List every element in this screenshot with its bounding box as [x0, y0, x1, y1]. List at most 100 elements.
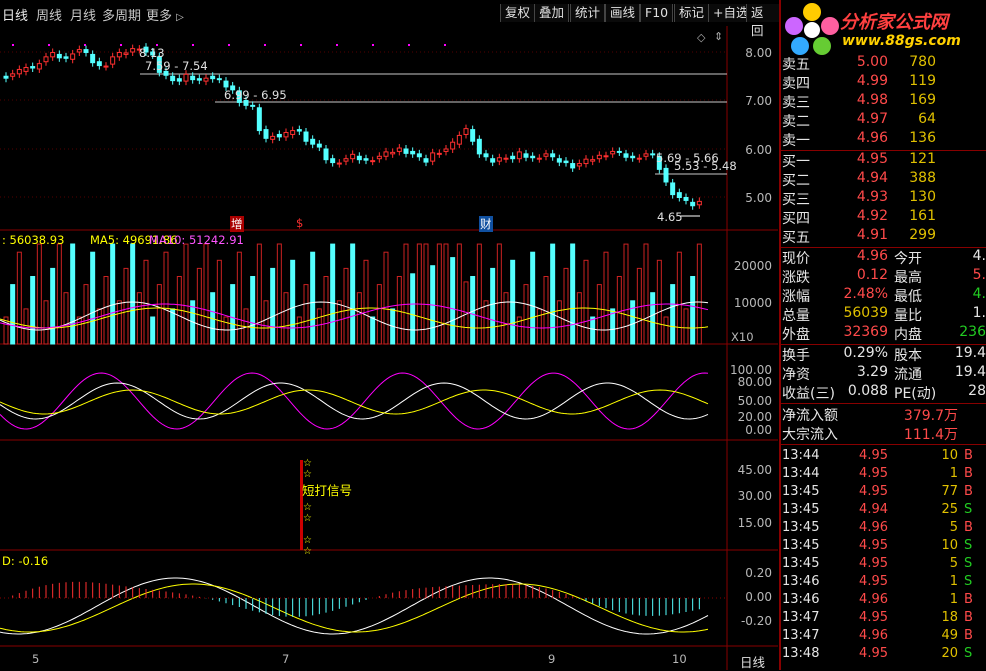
stat-value: 4.	[972, 286, 986, 302]
ask-row[interactable]: 卖五 5.00 780	[782, 54, 986, 73]
bid-row[interactable]: 买五 4.91 299	[782, 227, 986, 246]
ask-volume: 119	[909, 73, 936, 89]
statistics-button[interactable]: 统计	[570, 4, 606, 22]
candle-body	[116, 51, 122, 58]
candle-body	[596, 154, 602, 160]
ask-row[interactable]: 卖二 4.97 64	[782, 111, 986, 130]
stat-label: 最低	[894, 289, 922, 305]
event-badge-finance[interactable]: 财	[479, 216, 493, 232]
price-axis-label: 7.00	[745, 94, 772, 108]
volume-bar	[323, 276, 329, 345]
bid-row[interactable]: 买二 4.94 388	[782, 170, 986, 189]
volume-bar	[670, 284, 676, 345]
diamond-icon[interactable]: ◇	[697, 31, 705, 44]
tab-monthly[interactable]: 月线	[70, 5, 96, 24]
ask-row[interactable]: 卖三 4.98 169	[782, 92, 986, 111]
tick-row[interactable]: 13:47 4.95 18 B	[782, 610, 986, 628]
mark-button[interactable]: 标记	[674, 4, 710, 22]
candle-body	[503, 157, 509, 160]
tick-time: 13:45	[782, 520, 820, 535]
tick-side: B	[964, 610, 973, 625]
f10-button[interactable]: F10	[640, 4, 674, 22]
stock-chart[interactable]	[0, 26, 780, 670]
volume-bar	[496, 243, 502, 345]
volume-bar	[416, 243, 422, 345]
draw-line-button[interactable]: 画线	[605, 4, 641, 22]
tick-row[interactable]: 13:45 4.96 5 B	[782, 520, 986, 538]
volume-bar	[356, 292, 362, 345]
bid-row[interactable]: 买三 4.93 130	[782, 189, 986, 208]
stat-value: 19.4	[954, 345, 986, 361]
tab-more[interactable]: 更多 ▷	[146, 5, 184, 24]
tick-time: 13:44	[782, 466, 820, 481]
ask-row[interactable]: 卖四 4.99 119	[782, 73, 986, 92]
candle-body	[416, 153, 422, 158]
ask-row[interactable]: 卖一 4.96 136	[782, 130, 986, 149]
tick-side: B	[964, 592, 973, 607]
candle-body	[316, 143, 322, 148]
ask-price: 4.96	[856, 130, 888, 146]
tick-row[interactable]: 13:44 4.95 10 B	[782, 448, 986, 466]
volume-bar	[350, 243, 356, 345]
volume-bar	[330, 243, 336, 345]
period-indicator[interactable]: 日线	[740, 652, 765, 671]
price-axis-label: 8.00	[745, 46, 772, 60]
event-badge-dollar[interactable]: $	[296, 216, 303, 230]
tick-row[interactable]: 13:45 4.95 10 S	[782, 538, 986, 556]
chevron-down-icon: ▷	[176, 12, 184, 23]
signal-dot	[408, 44, 410, 46]
bid-row[interactable]: 买一 4.95 121	[782, 151, 986, 170]
event-badge-increase[interactable]: 增	[230, 216, 244, 232]
restore-rights-button[interactable]: 复权	[500, 4, 536, 22]
bid-level: 买一	[782, 154, 810, 170]
high-price-label: 8.13	[139, 46, 165, 60]
period-toolbar: 日线 周线 月线 多周期 更多 ▷ 复权 叠加 统计 画线 F10 标记 +自选…	[0, 0, 780, 38]
volume-bar	[523, 284, 529, 345]
candle-body	[110, 56, 116, 65]
candle-body	[216, 78, 222, 81]
tick-row[interactable]: 13:46 4.96 1 B	[782, 592, 986, 610]
volume-bar	[696, 243, 702, 345]
tick-price: 4.96	[859, 628, 888, 643]
tab-daily[interactable]: 日线	[2, 5, 28, 24]
back-button[interactable]: 返回	[746, 4, 780, 38]
tick-row[interactable]: 13:48 4.95 20 S	[782, 646, 986, 664]
candle-body	[450, 141, 456, 150]
volume-bar	[490, 267, 496, 345]
tick-row[interactable]: 13:45 4.94 25 S	[782, 502, 986, 520]
tick-price: 4.96	[859, 592, 888, 607]
tick-time: 13:45	[782, 538, 820, 553]
volume-bar	[550, 243, 556, 345]
bid-row[interactable]: 买四 4.92 161	[782, 208, 986, 227]
volume-bar	[436, 243, 442, 345]
tab-weekly[interactable]: 周线	[36, 5, 62, 24]
candle-body	[543, 153, 549, 157]
bid-volume: 161	[909, 208, 936, 224]
volume-bar	[623, 243, 629, 345]
tick-row[interactable]: 13:47 4.96 49 B	[782, 628, 986, 646]
candle-body	[570, 163, 576, 169]
bid-price: 4.94	[856, 170, 888, 186]
candle-body	[170, 75, 176, 82]
candle-body	[696, 200, 702, 206]
candle-body	[76, 49, 82, 53]
tick-row[interactable]: 13:45 4.95 77 B	[782, 484, 986, 502]
candle-body	[576, 163, 582, 167]
collapse-icon[interactable]: ⇕	[714, 30, 723, 43]
volume-bar	[576, 292, 582, 345]
volume-bar	[276, 243, 282, 345]
overlay-button[interactable]: 叠加	[534, 4, 570, 22]
tab-multi-period[interactable]: 多周期	[102, 5, 141, 24]
divider	[780, 444, 986, 445]
volume-bar	[250, 276, 256, 345]
bid-price: 4.92	[856, 208, 888, 224]
tick-row[interactable]: 13:44 4.95 1 B	[782, 466, 986, 484]
tick-row[interactable]: 13:45 4.95 5 S	[782, 556, 986, 574]
stat-row: 换手 0.29% 股本 19.4	[782, 345, 986, 364]
candle-body	[250, 104, 256, 107]
tick-volume: 49	[941, 628, 958, 643]
candle-body	[176, 78, 182, 82]
panel-separator	[779, 0, 781, 670]
bid-price: 4.95	[856, 151, 888, 167]
tick-row[interactable]: 13:46 4.95 1 S	[782, 574, 986, 592]
